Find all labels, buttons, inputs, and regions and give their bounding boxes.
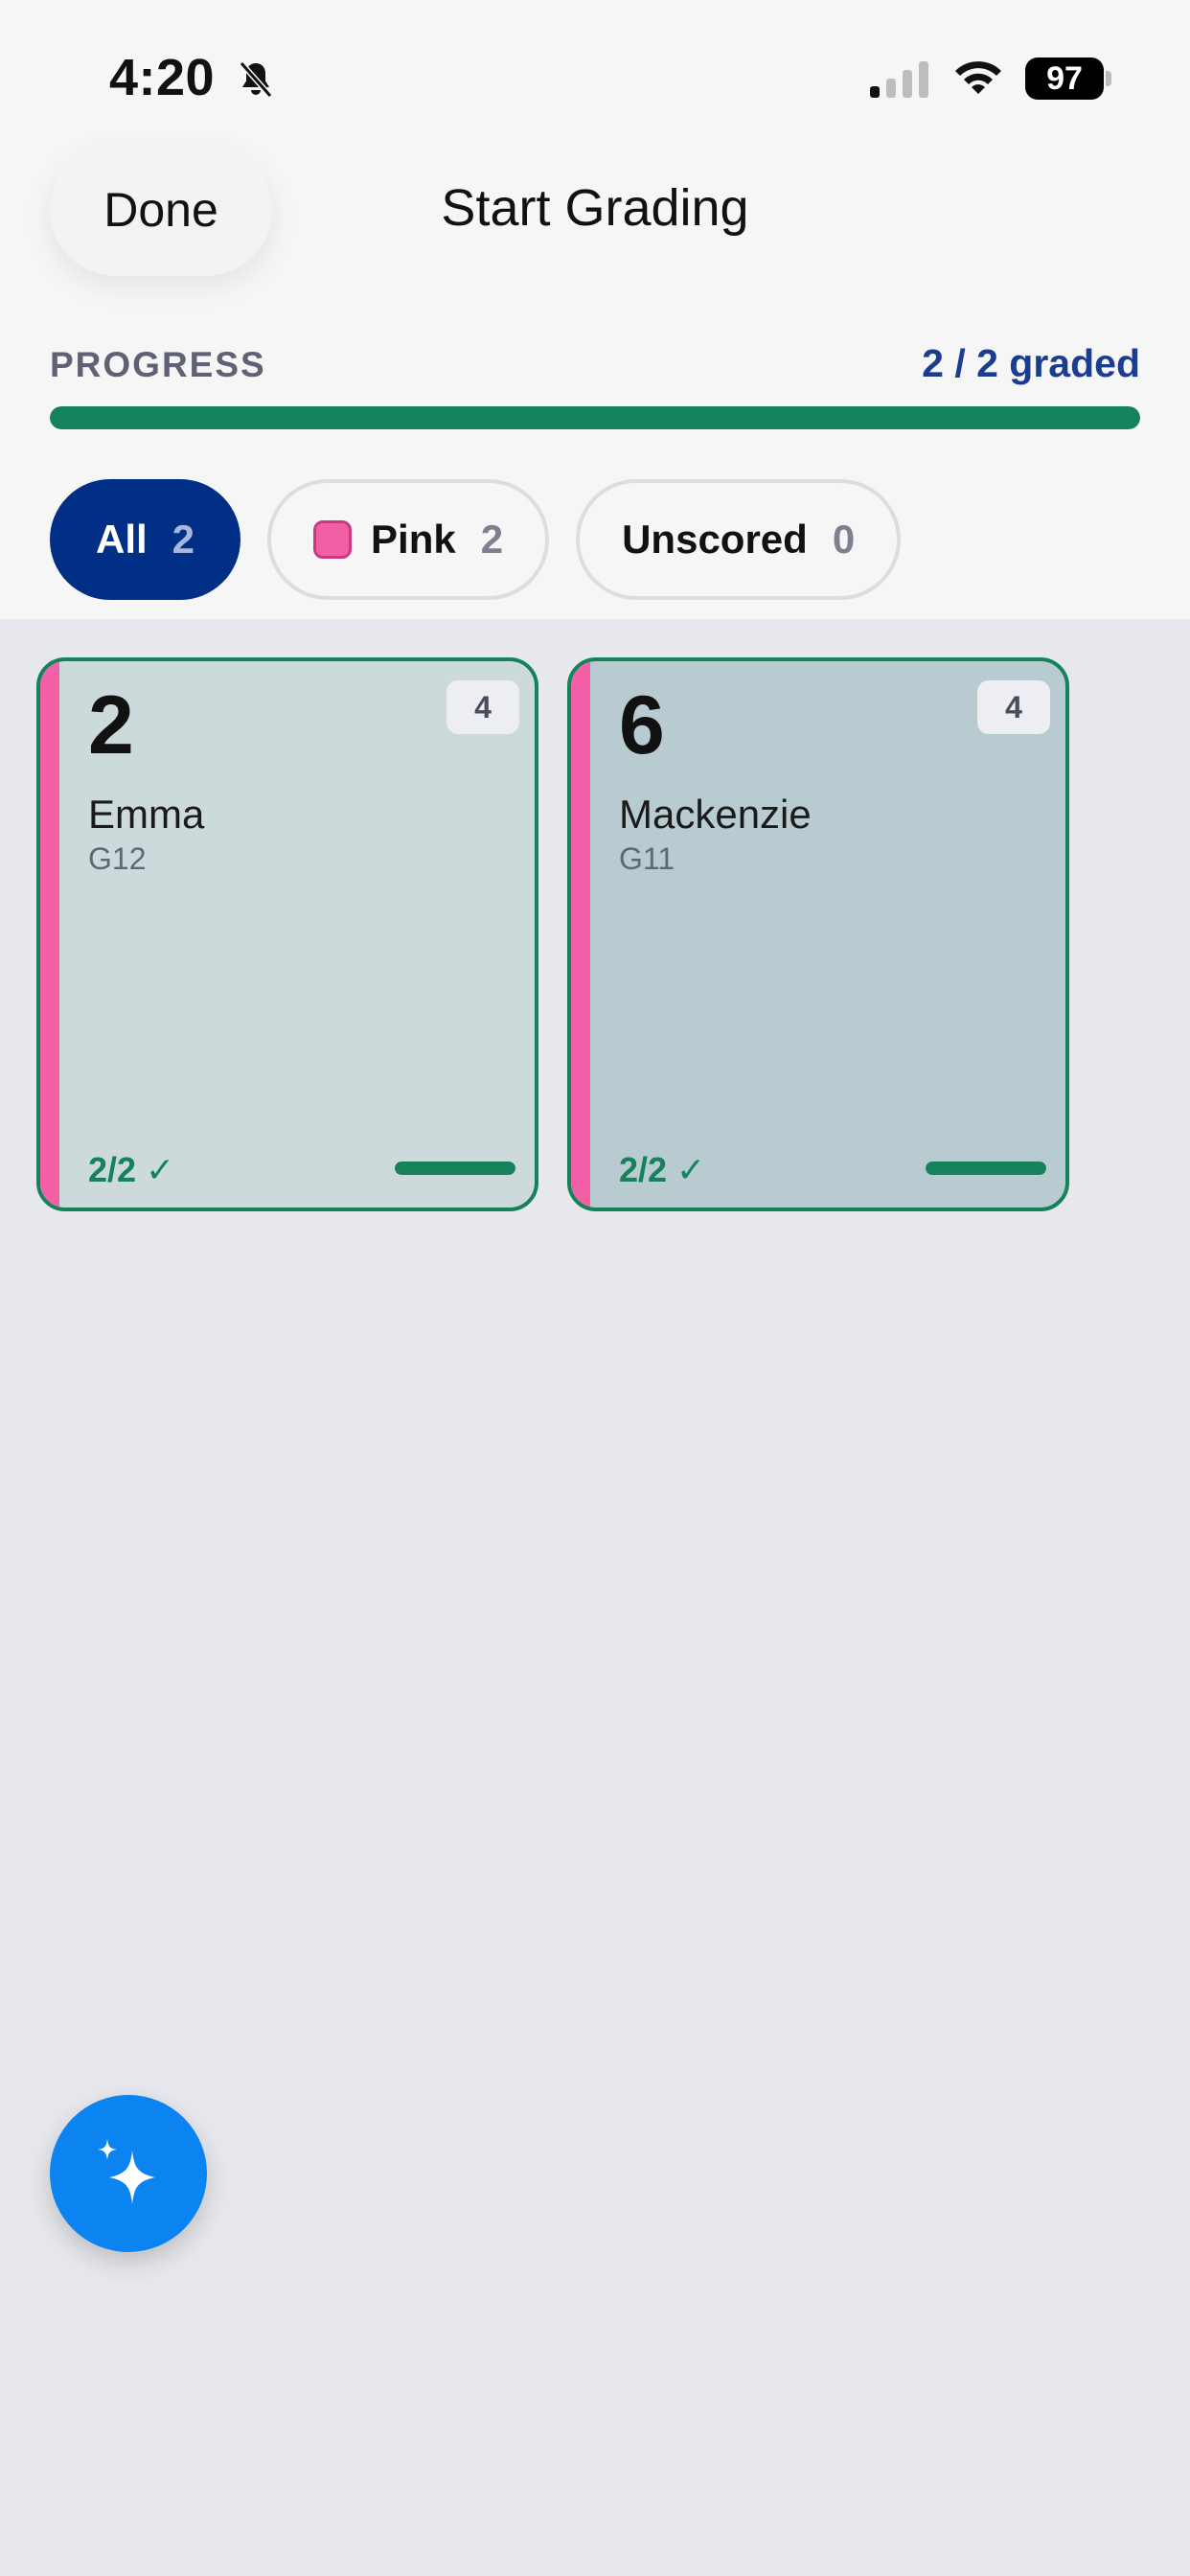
card-number: 6 xyxy=(619,679,665,771)
student-card[interactable]: 2 Emma G12 4 2/2 ✓ xyxy=(36,657,538,1211)
check-icon: ✓ xyxy=(146,1150,175,1189)
card-progress-bar xyxy=(926,1162,1046,1175)
card-badge: 4 xyxy=(446,680,519,734)
progress-bar xyxy=(50,406,1140,429)
ai-assist-button[interactable] xyxy=(50,2095,207,2252)
student-cards: 2 Emma G12 4 2/2 ✓ 6 Mackenzie G11 4 2/2 ✓ xyxy=(36,657,1069,1211)
card-number: 2 xyxy=(88,679,134,771)
done-button[interactable]: Done xyxy=(50,144,272,276)
student-name: Emma xyxy=(88,792,205,837)
status-time: 4:20 xyxy=(109,49,216,106)
progress-label: PROGRESS xyxy=(50,345,266,384)
page-title: Start Grading xyxy=(441,179,749,237)
wifi-icon xyxy=(955,61,1001,94)
card-badge: 4 xyxy=(977,680,1050,734)
card-score: 2/2 ✓ xyxy=(88,1150,174,1190)
chip-count: 2 xyxy=(480,517,504,562)
chip-label: Unscored xyxy=(622,517,808,562)
student-name: Mackenzie xyxy=(619,792,812,837)
battery-nub xyxy=(1106,71,1111,86)
color-stripe xyxy=(571,661,590,1208)
header-area: 4:20 97 Done Start Grading PROGRESS 2 / … xyxy=(0,0,1190,619)
filter-chip-unscored[interactable]: Unscored 0 xyxy=(576,479,902,600)
filter-chip-pink[interactable]: Pink 2 xyxy=(267,479,550,600)
card-progress-fill xyxy=(395,1162,515,1175)
sparkles-icon xyxy=(98,2139,155,2204)
grading-screen: 4:20 97 Done Start Grading PROGRESS 2 / … xyxy=(0,0,1190,2576)
score-text: 2/2 xyxy=(88,1150,137,1189)
color-stripe xyxy=(40,661,59,1208)
card-progress-fill xyxy=(926,1162,1046,1175)
check-icon: ✓ xyxy=(676,1150,706,1189)
score-text: 2/2 xyxy=(619,1150,668,1189)
card-score: 2/2 ✓ xyxy=(619,1150,705,1190)
bell-slash-icon xyxy=(239,61,273,98)
filter-chip-all[interactable]: All 2 xyxy=(50,479,241,600)
student-grade: G12 xyxy=(88,841,147,876)
student-card[interactable]: 6 Mackenzie G11 4 2/2 ✓ xyxy=(567,657,1069,1211)
battery-icon: 97 xyxy=(1025,58,1104,100)
filter-chips: All 2 Pink 2 Unscored 0 xyxy=(50,479,902,600)
card-progress-bar xyxy=(395,1162,515,1175)
cellular-signal-icon xyxy=(870,61,928,98)
chip-label: Pink xyxy=(371,517,456,562)
student-grade: G11 xyxy=(619,841,675,876)
progress-count: 2 / 2 graded xyxy=(922,341,1140,385)
pink-color-swatch xyxy=(313,520,353,559)
chip-count: 0 xyxy=(832,517,856,562)
chip-count: 2 xyxy=(172,517,195,562)
chip-label: All xyxy=(96,517,148,562)
progress-bar-fill xyxy=(50,406,1140,429)
